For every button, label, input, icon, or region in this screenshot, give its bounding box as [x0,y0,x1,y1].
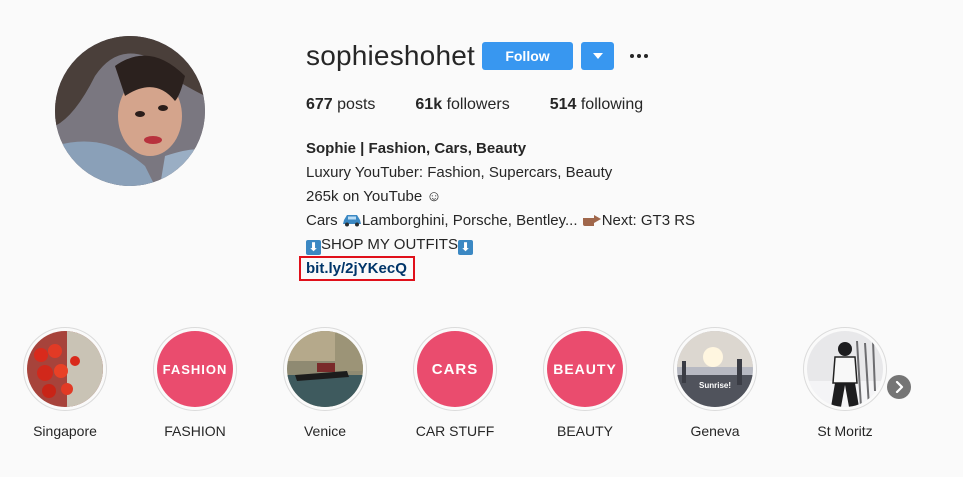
bio-line: 265k on YouTube ☺ [306,188,442,205]
bio-line: Cars Lamborghini, Porsche, Bentley... Ne… [306,209,695,233]
highlight-ring [803,327,887,411]
highlight-cover [287,331,363,407]
car-emoji [342,215,361,227]
highlight-cover-text: Sunrise! [699,381,732,390]
profile-full-name: Sophie | Fashion, Cars, Beauty [306,140,527,157]
highlight-singapore[interactable]: Singapore [15,327,115,439]
bio-text: Lamborghini, Porsche, Bentley... [361,212,582,229]
highlight-geneva[interactable]: Sunrise! Geneva [665,327,765,439]
bio-text: SHOP MY OUTFITS [321,236,458,253]
more-options-button[interactable] [626,44,652,68]
highlight-label: St Moritz [817,423,873,439]
highlight-label: FASHION [164,423,226,439]
pointing-hand-emoji [582,215,601,226]
highlight-ring: BEAUTY [543,327,627,411]
highlight-ring [23,327,107,411]
highlight-label: CAR STUFF [415,423,495,439]
bio-line: ⬇ SHOP MY OUTFITS ⬇ [306,233,695,257]
highlight-ring: FASHION [153,327,237,411]
bio-line: Luxury YouTuber: Fashion, Supercars, Bea… [306,164,613,181]
highlight-ring: CARS [413,327,497,411]
highlight-label: Venice [303,423,347,439]
highlight-ring: Sunrise! [673,327,757,411]
highlight-label: Singapore [33,423,97,439]
highlight-cover [27,331,103,407]
highlight-cover: CARS [417,331,493,407]
followers-count: 61k [415,96,443,113]
profile-username: sophieshohet [306,40,475,71]
highlights-next-button[interactable] [887,375,911,399]
bio-text: Cars [306,212,342,229]
highlight-venice[interactable]: Venice [275,327,375,439]
followers-stat[interactable]: 61k followers [415,96,509,114]
chevron-right-icon [895,381,904,393]
profile-stats: 677 posts 61k followers 514 following [306,96,683,114]
link-highlight-annotation [299,256,415,281]
ellipsis-icon [630,54,648,58]
highlight-label: Geneva [690,423,740,439]
highlight-fashion[interactable]: FASHION FASHION [145,327,245,439]
posts-count: 677 [306,96,333,113]
highlight-car-stuff[interactable]: CARS CAR STUFF [405,327,505,439]
following-stat[interactable]: 514 following [550,96,643,114]
followers-label: followers [446,96,510,113]
triangle-down-icon [592,53,603,59]
highlight-cover: Sunrise! [677,331,753,407]
posts-stat: 677 posts [306,96,375,114]
highlight-cover: BEAUTY [547,331,623,407]
highlight-beauty[interactable]: BEAUTY BEAUTY [535,327,635,439]
bio-text: Next: GT3 RS [601,212,696,229]
suggestions-dropdown-button[interactable] [581,42,614,70]
highlight-cover [807,331,883,407]
highlight-st-moritz[interactable]: St Moritz [795,327,895,439]
profile-avatar[interactable] [55,36,205,186]
posts-label: posts [337,96,376,113]
down-arrow-emoji: ⬇ [457,240,473,255]
highlight-ring [283,327,367,411]
highlight-label: BEAUTY [556,423,613,439]
following-label: following [580,96,644,113]
highlight-cover: FASHION [157,331,233,407]
follow-button[interactable]: Follow [482,42,573,70]
down-arrow-emoji: ⬇ [306,240,321,255]
following-count: 514 [549,96,577,113]
